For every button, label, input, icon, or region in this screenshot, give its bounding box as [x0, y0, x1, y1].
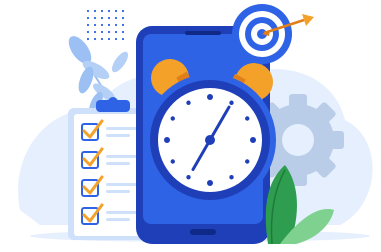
- clock-tick: [186, 175, 191, 180]
- clock-tick: [164, 137, 170, 143]
- clock-tick: [170, 159, 175, 164]
- clock-tick: [245, 116, 250, 121]
- checklist-line: [106, 211, 138, 214]
- illustration-canvas: [18, 4, 373, 245]
- time-management-illustration: [0, 0, 381, 252]
- checklist-line: [106, 218, 130, 221]
- checklist-line: [106, 155, 138, 158]
- checklist-line: [106, 183, 138, 186]
- alarm-clock: [144, 59, 276, 206]
- clock-tick: [170, 116, 175, 121]
- checklist-line: [106, 127, 138, 130]
- checklist-line: [106, 162, 130, 165]
- clock-tick: [250, 137, 256, 143]
- clock-tick: [207, 94, 213, 100]
- clock-center: [205, 135, 215, 145]
- phone-speaker: [185, 31, 221, 35]
- dot-pattern: [86, 9, 125, 41]
- clock-tick: [229, 100, 234, 105]
- clock-tick: [207, 180, 213, 186]
- checklist-line: [106, 190, 130, 193]
- phone-home-button: [190, 229, 216, 235]
- clock-tick: [186, 100, 191, 105]
- checklist-line: [106, 134, 130, 137]
- clock-tick: [245, 159, 250, 164]
- clock-tick: [229, 175, 234, 180]
